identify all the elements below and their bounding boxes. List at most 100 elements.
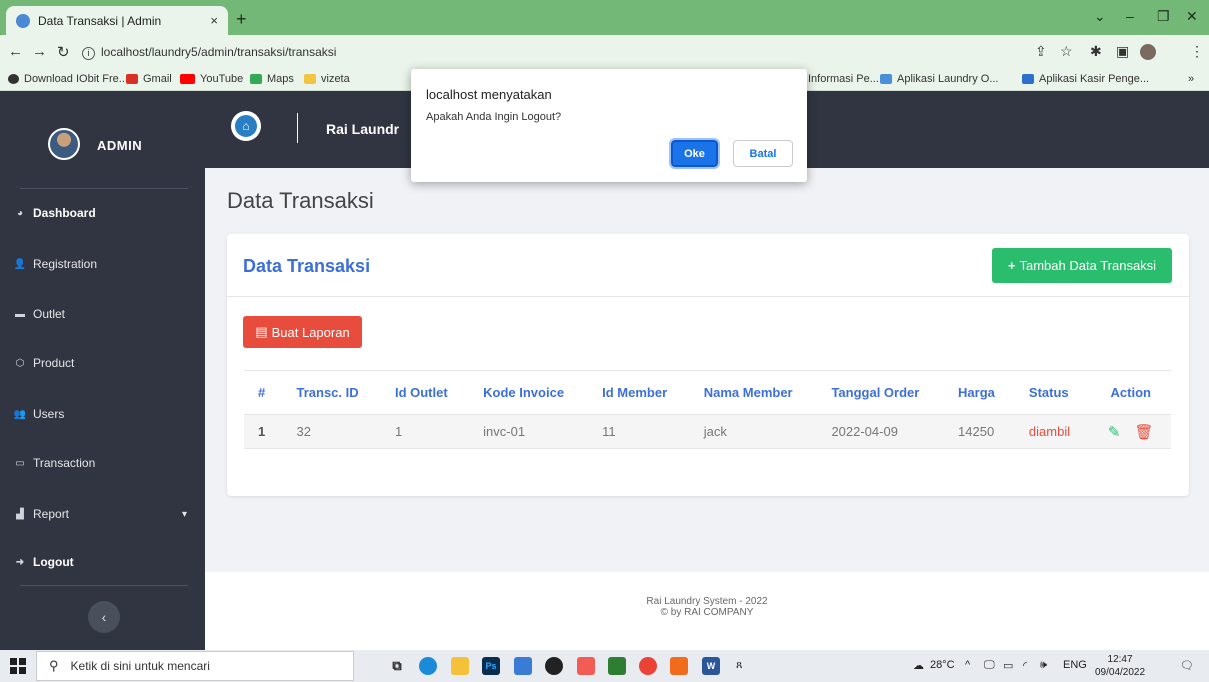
back-icon[interactable]: ← <box>8 43 23 60</box>
table-cell: 1 <box>380 414 470 449</box>
column-header: # <box>244 370 283 415</box>
column-header: Id Outlet <box>380 370 470 415</box>
chevron-down-icon: ▾ <box>181 508 187 520</box>
file-explorer-icon[interactable] <box>451 657 469 675</box>
bookmark-vizeta[interactable]: vizeta <box>304 73 350 85</box>
ok-button[interactable]: Oke <box>669 138 720 169</box>
close-window-icon[interactable]: ✕ <box>1186 8 1198 25</box>
menu-icon[interactable]: ⋮ <box>1190 43 1204 60</box>
column-header: Kode Invoice <box>469 370 589 415</box>
logout-icon: ➜ <box>15 556 25 568</box>
trash-icon[interactable]: 🗑 <box>1135 424 1154 441</box>
info-icon[interactable]: i <box>82 47 95 60</box>
folder-icon <box>304 74 316 84</box>
file-icon: ▤ <box>255 324 268 339</box>
dialog-title: localhost menyatakan <box>426 87 552 102</box>
word-icon[interactable]: W <box>702 657 720 675</box>
chevron-down-icon[interactable]: ⌄ <box>1094 8 1106 25</box>
network-icon[interactable]: 🖵 <box>984 659 995 672</box>
new-tab-button[interactable]: + <box>236 9 247 30</box>
bookmark-gmail[interactable]: Gmail <box>126 73 172 85</box>
language-indicator[interactable]: ENG <box>1063 659 1087 671</box>
wifi-icon[interactable]: ◜ <box>1023 659 1027 672</box>
minimize-icon[interactable]: – <box>1126 8 1134 24</box>
volume-icon[interactable]: 🕪 <box>1040 659 1047 672</box>
sidebar-item-dashboard[interactable]: ◕ Dashboard <box>0 200 205 226</box>
chrome-icon[interactable] <box>639 657 657 675</box>
profile-avatar[interactable] <box>1140 44 1156 60</box>
card-title: Data Transaksi <box>243 256 371 276</box>
sidebar-toggle-button[interactable]: ‹ <box>88 601 120 633</box>
sidebar-item-outlet[interactable]: ▬ Outlet <box>0 301 205 327</box>
store-icon[interactable] <box>514 657 532 675</box>
user-plus-icon: 👤 <box>13 258 27 270</box>
people-icon[interactable]: ጸ <box>736 659 742 672</box>
bookmark-informasi[interactable]: Informasi Pe... <box>808 73 879 85</box>
url-text: localhost/laundry5/admin/transaksi/trans… <box>101 45 337 59</box>
share-icon[interactable]: ⇪ <box>1035 43 1047 60</box>
favicon-icon <box>16 13 30 28</box>
clock[interactable]: 12:47 09/04/2022 <box>1095 653 1145 679</box>
sidebar-item-logout[interactable]: ➜ Logout <box>0 549 205 575</box>
footer-line: © by RAI COMPANY <box>660 607 754 618</box>
app-logo-icon[interactable]: ⌂ <box>231 111 261 141</box>
divider <box>20 585 188 586</box>
sidebar-item-transaction[interactable]: ▭ Transaction <box>0 450 205 476</box>
tray-chevron-icon[interactable]: ^ <box>965 659 970 671</box>
bookmark-aplikasi-kasir[interactable]: Aplikasi Kasir Penge... <box>1022 73 1149 85</box>
reload-icon[interactable]: ↻ <box>57 43 70 61</box>
url-field[interactable]: i localhost/laundry5/admin/transaksi/tran… <box>82 45 336 60</box>
clock-time: 12:47 <box>1107 654 1133 665</box>
brand-name: ADMIN <box>97 138 143 153</box>
bookmark-aplikasi-laundry[interactable]: Aplikasi Laundry O... <box>880 73 999 85</box>
table-row: 1 32 1 invc-01 11 jack 2022-04-09 14250 … <box>244 414 1171 449</box>
status-badge: diambil <box>1014 414 1091 449</box>
sidebar-item-report[interactable]: ▟ Report ▾ <box>0 501 205 527</box>
meet-icon[interactable] <box>608 657 626 675</box>
cancel-button[interactable]: Batal <box>733 140 793 167</box>
sidebar-item-product[interactable]: ⬡ Product <box>0 350 205 376</box>
sidepanel-icon[interactable]: ▣ <box>1116 43 1129 60</box>
obs-icon[interactable] <box>545 657 563 675</box>
table-header-row: # Transc. ID Id Outlet Kode Invoice Id M… <box>244 370 1171 415</box>
bookmark-youtube[interactable]: YouTube <box>180 73 243 85</box>
notification-icon[interactable]: 🗨 <box>1180 659 1194 672</box>
logout-confirm-dialog: localhost menyatakan Apakah Anda Ingin L… <box>411 69 807 182</box>
taskbar-search-input[interactable]: ⚲ Ketik di sini untuk mencari <box>36 651 354 681</box>
column-header: Harga <box>944 370 1015 415</box>
edge-icon[interactable] <box>419 657 437 675</box>
create-report-button[interactable]: ▤ Buat Laporan <box>243 316 362 348</box>
xampp-icon[interactable] <box>670 657 688 675</box>
plus-icon: + <box>1007 258 1016 273</box>
extensions-icon[interactable]: ✱ <box>1090 43 1102 60</box>
bookmarks-more-icon[interactable]: » <box>1188 73 1194 85</box>
tab-close-icon[interactable]: × <box>210 13 218 28</box>
task-view-icon[interactable]: ⧉ <box>388 657 406 675</box>
column-header: Tanggal Order <box>817 370 945 415</box>
users-icon: 👥 <box>13 408 27 420</box>
weather-icon[interactable]: ☁ <box>913 659 924 672</box>
column-header: Nama Member <box>689 370 818 415</box>
edit-icon[interactable]: ✎ <box>1108 424 1121 441</box>
tab-title: Data Transaksi | Admin <box>38 13 162 28</box>
windows-start-icon[interactable] <box>10 658 26 674</box>
transaction-card: Data Transaksi + Tambah Data Transaksi ▤ B… <box>227 234 1189 496</box>
paint-icon[interactable] <box>577 657 595 675</box>
card-header: Data Transaksi + Tambah Data Transaksi <box>227 234 1189 297</box>
weather-temp[interactable]: 28°C <box>930 659 955 671</box>
add-transaction-button[interactable]: + Tambah Data Transaksi <box>992 248 1172 283</box>
kasir-icon <box>1022 74 1034 84</box>
action-cell: ✎ 🗑 <box>1090 414 1171 449</box>
battery-icon[interactable]: ▭ <box>1003 659 1013 672</box>
star-icon[interactable]: ☆ <box>1060 43 1073 60</box>
photoshop-icon[interactable]: Ps <box>482 657 500 675</box>
restore-icon[interactable]: ❐ <box>1157 8 1170 25</box>
bookmark-iobit[interactable]: Download IObit Fre... <box>8 73 128 85</box>
forward-icon[interactable]: → <box>32 43 47 60</box>
sidebar-item-users[interactable]: 👥 Users <box>0 401 205 427</box>
sidebar-item-registration[interactable]: 👤 Registration <box>0 251 205 277</box>
column-header: Action <box>1090 370 1171 415</box>
youtube-icon <box>180 74 195 84</box>
browser-tab[interactable]: Data Transaksi | Admin × <box>6 6 228 35</box>
bookmark-maps[interactable]: Maps <box>250 73 294 85</box>
